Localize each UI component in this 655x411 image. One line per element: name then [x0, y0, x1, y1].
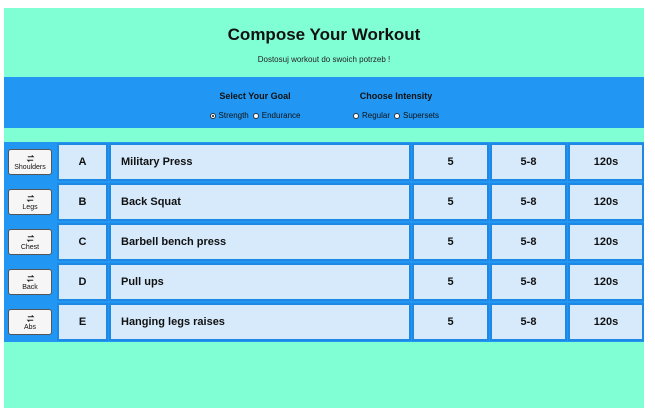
exercise-table: Shoulders A Military Press 5 5-8 120s Le… [4, 142, 644, 342]
swap-button[interactable]: Back [8, 269, 52, 295]
intensity-supersets-radio[interactable]: Supersets [393, 111, 440, 120]
goal-endurance-radio[interactable]: Endurance [252, 111, 301, 120]
muscle-label: Chest [20, 243, 40, 251]
exercise-reps: 5-8 [490, 223, 567, 261]
radio-dot[interactable] [393, 112, 400, 119]
goal-group: Select Your Goal Strength Endurance [200, 91, 310, 120]
swap-button[interactable]: Abs [8, 309, 52, 335]
exercise-letter: C [57, 223, 108, 261]
table-row: Abs E Hanging legs raises 5 5-8 120s [4, 302, 644, 342]
exercise-reps: 5-8 [490, 183, 567, 221]
exercise-letter: B [57, 183, 108, 221]
exercise-name: Barbell bench press [109, 223, 411, 261]
radio-dot[interactable] [209, 112, 216, 119]
exercise-name: Pull ups [109, 263, 411, 301]
goal-label: Select Your Goal [219, 91, 291, 101]
swap-arrows-icon [26, 234, 34, 242]
exercise-rest: 120s [568, 303, 644, 341]
radio-label: Supersets [402, 111, 440, 120]
radio-label: Endurance [261, 111, 301, 120]
table-row: Shoulders A Military Press 5 5-8 120s [4, 142, 644, 182]
table-row: Legs B Back Squat 5 5-8 120s [4, 182, 644, 222]
options-bar: Select Your Goal Strength Endurance Choo… [4, 77, 644, 128]
exercise-reps: 5-8 [490, 263, 567, 301]
exercise-sets: 5 [412, 183, 489, 221]
exercise-sets: 5 [412, 223, 489, 261]
swap-arrows-icon [26, 194, 34, 202]
exercise-letter: D [57, 263, 108, 301]
exercise-sets: 5 [412, 263, 489, 301]
exercise-sets: 5 [412, 303, 489, 341]
swap-cell: Shoulders [4, 143, 56, 181]
goal-strength-radio[interactable]: Strength [209, 111, 249, 120]
page-title: Compose Your Workout [227, 25, 421, 44]
exercise-name: Military Press [109, 143, 411, 181]
exercise-letter: E [57, 303, 108, 341]
radio-dot[interactable] [352, 112, 359, 119]
swap-cell: Abs [4, 303, 56, 341]
table-row: Chest C Barbell bench press 5 5-8 120s [4, 222, 644, 262]
swap-arrows-icon [26, 314, 34, 322]
radio-label: Strength [218, 111, 249, 120]
radio-dot[interactable] [252, 112, 259, 119]
intensity-regular-radio[interactable]: Regular [352, 111, 390, 120]
exercise-rest: 120s [568, 223, 644, 261]
intensity-label: Choose Intensity [359, 91, 433, 101]
page-subtitle: Dostosuj workout do swoich potrzeb ! [257, 55, 391, 64]
swap-button[interactable]: Legs [8, 189, 52, 215]
swap-cell: Back [4, 263, 56, 301]
muscle-label: Back [22, 283, 38, 291]
exercise-rest: 120s [568, 263, 644, 301]
swap-button[interactable]: Chest [8, 229, 52, 255]
exercise-rest: 120s [568, 183, 644, 221]
swap-cell: Legs [4, 183, 56, 221]
workout-page: Compose Your Workout Dostosuj workout do… [4, 8, 644, 408]
exercise-name: Back Squat [109, 183, 411, 221]
swap-arrows-icon [26, 154, 34, 162]
exercise-rest: 120s [568, 143, 644, 181]
muscle-label: Shoulders [14, 163, 46, 171]
exercise-reps: 5-8 [490, 303, 567, 341]
muscle-label: Legs [22, 203, 38, 211]
swap-cell: Chest [4, 223, 56, 261]
exercise-letter: A [57, 143, 108, 181]
swap-arrows-icon [26, 274, 34, 282]
swap-button[interactable]: Shoulders [8, 149, 52, 175]
exercise-name: Hanging legs raises [109, 303, 411, 341]
table-row: Back D Pull ups 5 5-8 120s [4, 262, 644, 302]
exercise-reps: 5-8 [490, 143, 567, 181]
radio-label: Regular [361, 111, 390, 120]
muscle-label: Abs [23, 323, 37, 331]
exercise-sets: 5 [412, 143, 489, 181]
intensity-group: Choose Intensity Regular Supersets [350, 91, 442, 120]
